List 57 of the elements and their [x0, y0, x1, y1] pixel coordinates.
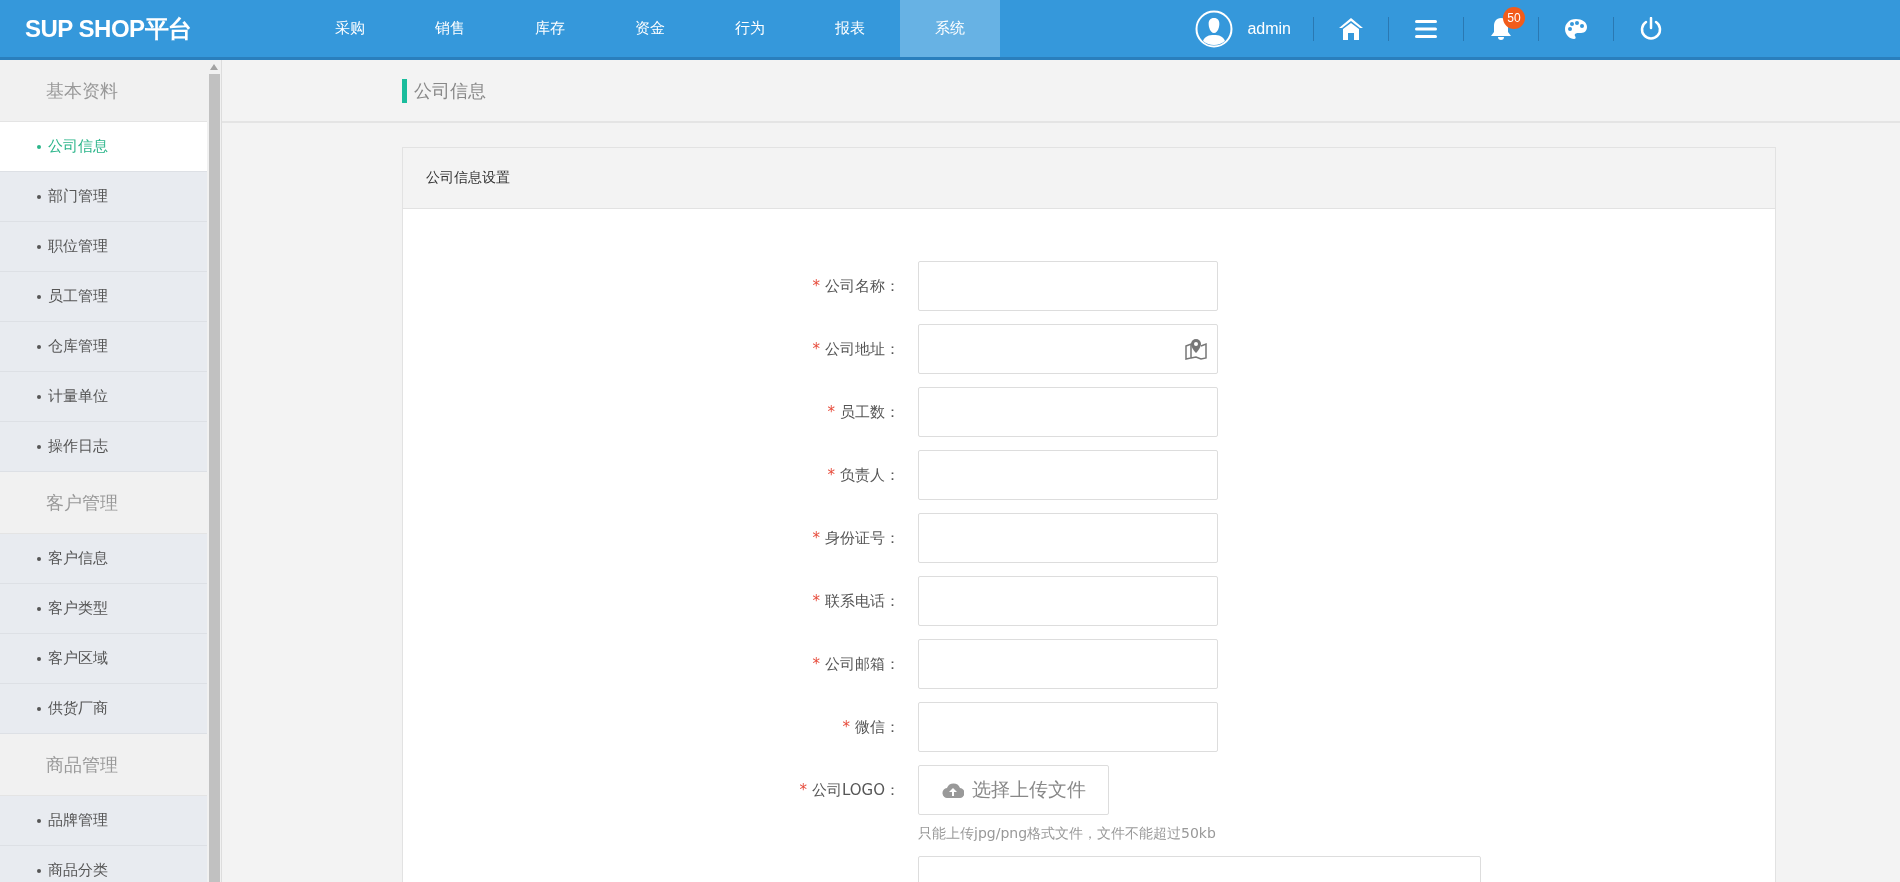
sidebar-item[interactable]: 操作日志: [0, 422, 208, 472]
palette-icon: [1564, 17, 1588, 40]
sidebar-item[interactable]: 商品分类: [0, 846, 208, 882]
required-mark: *: [812, 529, 820, 547]
power-icon: [1639, 16, 1663, 41]
required-mark: *: [812, 655, 820, 673]
input-field[interactable]: [918, 387, 1218, 437]
required-mark: *: [842, 718, 850, 736]
logo: SUP SHOP平台: [24, 13, 193, 44]
map-pin-icon: [1185, 338, 1207, 360]
required-mark: *: [827, 403, 835, 421]
notification-button[interactable]: 50: [1464, 8, 1538, 49]
sidebar-item[interactable]: 部门管理: [0, 172, 208, 222]
input-field[interactable]: [918, 513, 1218, 563]
card-title: 公司信息设置: [403, 148, 1775, 209]
home-icon: [1338, 16, 1364, 41]
field-label: 公司邮箱：: [825, 654, 900, 674]
field-label: 负责人：: [840, 465, 900, 485]
sidebar-group-title: 商品管理: [0, 734, 208, 796]
field-label: 员工数：: [840, 402, 900, 422]
sidebar-item[interactable]: 仓库管理: [0, 322, 208, 372]
field-label: 公司名称：: [825, 276, 900, 296]
required-mark: *: [827, 466, 835, 484]
input-field[interactable]: [918, 639, 1218, 689]
upload-button[interactable]: 选择上传文件: [918, 765, 1109, 815]
sidebar-item[interactable]: 客户类型: [0, 584, 208, 634]
menu-icon: [1414, 18, 1438, 39]
sidebar-item[interactable]: 计量单位: [0, 372, 208, 422]
field-label: 身份证号：: [825, 528, 900, 548]
input-field[interactable]: [918, 261, 1218, 311]
scroll-up-icon[interactable]: [210, 64, 219, 70]
sidebar-group-title: 客户管理: [0, 472, 208, 534]
required-mark: *: [812, 277, 820, 295]
field-label: 联系电话：: [825, 591, 900, 611]
notification-badge: 50: [1503, 6, 1525, 29]
required-mark: *: [812, 592, 820, 610]
sidebar-item[interactable]: 供货厂商: [0, 684, 208, 734]
required-mark: *: [812, 340, 820, 358]
input-field[interactable]: [918, 576, 1218, 626]
input-field[interactable]: [918, 450, 1218, 500]
upload-hint: 只能上传jpg/png格式文件，文件不能超过50kb: [918, 825, 1216, 843]
sidebar-item[interactable]: 客户区域: [0, 634, 208, 684]
field-label: 公司地址：: [825, 339, 900, 359]
required-mark: *: [799, 781, 807, 799]
address-field[interactable]: [918, 324, 1218, 374]
sidebar-group-title: 基本资料: [0, 60, 208, 122]
cloud-upload-icon: [941, 782, 964, 798]
avatar-icon: [1195, 9, 1234, 48]
input-field[interactable]: [918, 702, 1218, 752]
sidebar-item[interactable]: 客户信息: [0, 534, 208, 584]
scrollbar[interactable]: [207, 60, 221, 882]
sidebar-item[interactable]: 职位管理: [0, 222, 208, 272]
sidebar-item[interactable]: 品牌管理: [0, 796, 208, 846]
sidebar-item[interactable]: 员工管理: [0, 272, 208, 322]
page-title: 公司信息: [402, 78, 486, 103]
field-label: 公司LOGO：: [811, 780, 900, 800]
field-label: 微信：: [855, 717, 900, 737]
